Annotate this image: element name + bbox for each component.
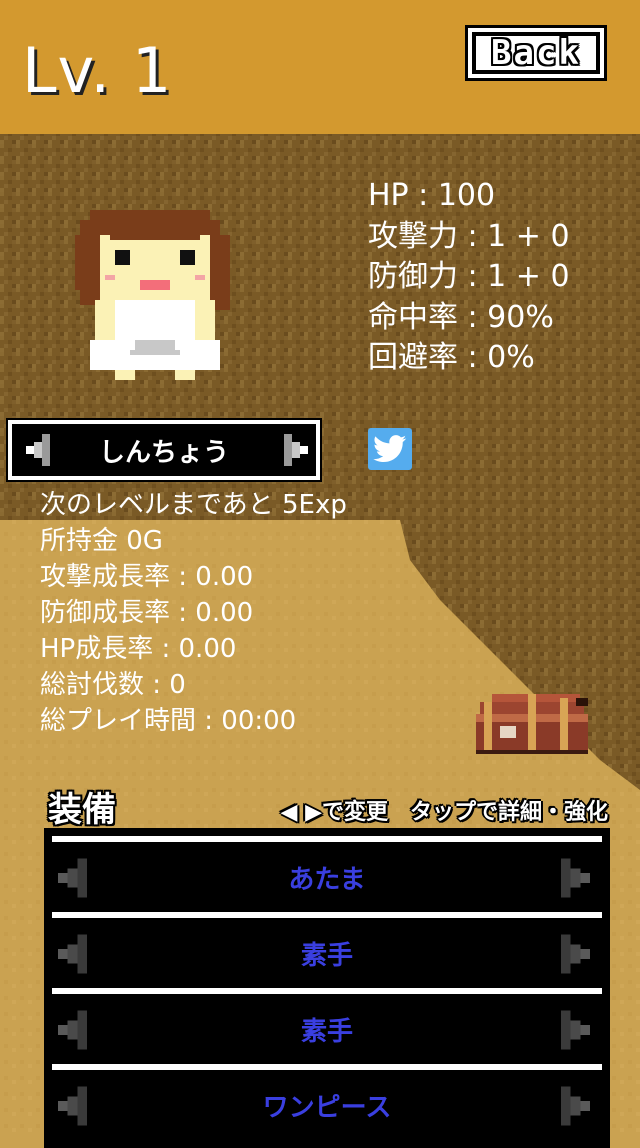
hp-growth: HP成長率 : 0.00 [40, 634, 237, 664]
slot-next-arrow-icon[interactable] [556, 1086, 590, 1126]
name-next-arrow-icon[interactable] [280, 434, 308, 466]
equipment-list: あたま 素手 素手 ワンピース [44, 828, 610, 1148]
equipment-title: 装備 [48, 790, 116, 830]
stat-accuracy: 命中率 : 90% [368, 299, 554, 335]
slot-divider [52, 988, 602, 994]
slot-divider [52, 1064, 602, 1070]
equipment-hint: ◀ ▶で変更 タップで詳細・強化 [280, 800, 609, 825]
total-playtime: 総プレイ時間 : 00:00 [40, 706, 297, 736]
stat-evasion: 回避率 : 0% [368, 340, 535, 375]
back-button-face: Back [476, 33, 596, 73]
slot-divider [52, 912, 602, 918]
player-info: 次のレベルまであと 5Exp 所持金 0G 攻撃成長率 : 0.00 防御成長率… [40, 487, 347, 739]
slot-label: 素手 [300, 1016, 353, 1047]
stat-attack: 攻撃力 : 1 + 0 [368, 218, 570, 254]
character-name: しんちょう [98, 437, 229, 468]
treasure-chest-icon[interactable] [472, 690, 592, 758]
character-sprite [75, 210, 230, 380]
equipment-slot[interactable]: 素手 [44, 980, 610, 1056]
attack-growth: 攻撃成長率 : 0.00 [40, 562, 254, 592]
money: 所持金 0G [40, 526, 163, 556]
slot-next-arrow-icon[interactable] [556, 1010, 590, 1050]
twitter-share-button[interactable] [368, 428, 412, 470]
twitter-bird-icon [373, 435, 407, 463]
level-title: Lv. 1 [22, 34, 173, 107]
slot-label: 素手 [300, 940, 353, 971]
slot-label: あたま [288, 864, 366, 895]
stats-panel: HP : 100 攻撃力 : 1 + 0 防御力 : 1 + 0 命中率 : 9… [368, 176, 570, 379]
slot-next-arrow-icon[interactable] [556, 934, 590, 974]
defense-growth: 防御成長率 : 0.00 [40, 598, 254, 628]
stat-hp: HP : 100 [368, 178, 496, 213]
next-level-exp: 次のレベルまであと 5Exp [40, 490, 347, 520]
back-button-label: Back [491, 33, 581, 73]
stat-defense: 防御力 : 1 + 0 [368, 259, 570, 294]
slot-next-arrow-icon[interactable] [556, 858, 590, 898]
equipment-slot[interactable]: あたま [44, 828, 610, 904]
slot-label: ワンピース [262, 1092, 392, 1123]
total-kills: 総討伐数 : 0 [40, 670, 186, 700]
header-bar: Lv. 1 Back [0, 0, 640, 134]
slot-divider [52, 836, 602, 842]
equipment-slot[interactable]: ワンピース [44, 1056, 610, 1132]
equipment-slot[interactable]: 素手 [44, 904, 610, 980]
character-name-selector: しんちょう [6, 418, 322, 482]
back-button[interactable]: Back [465, 25, 607, 81]
